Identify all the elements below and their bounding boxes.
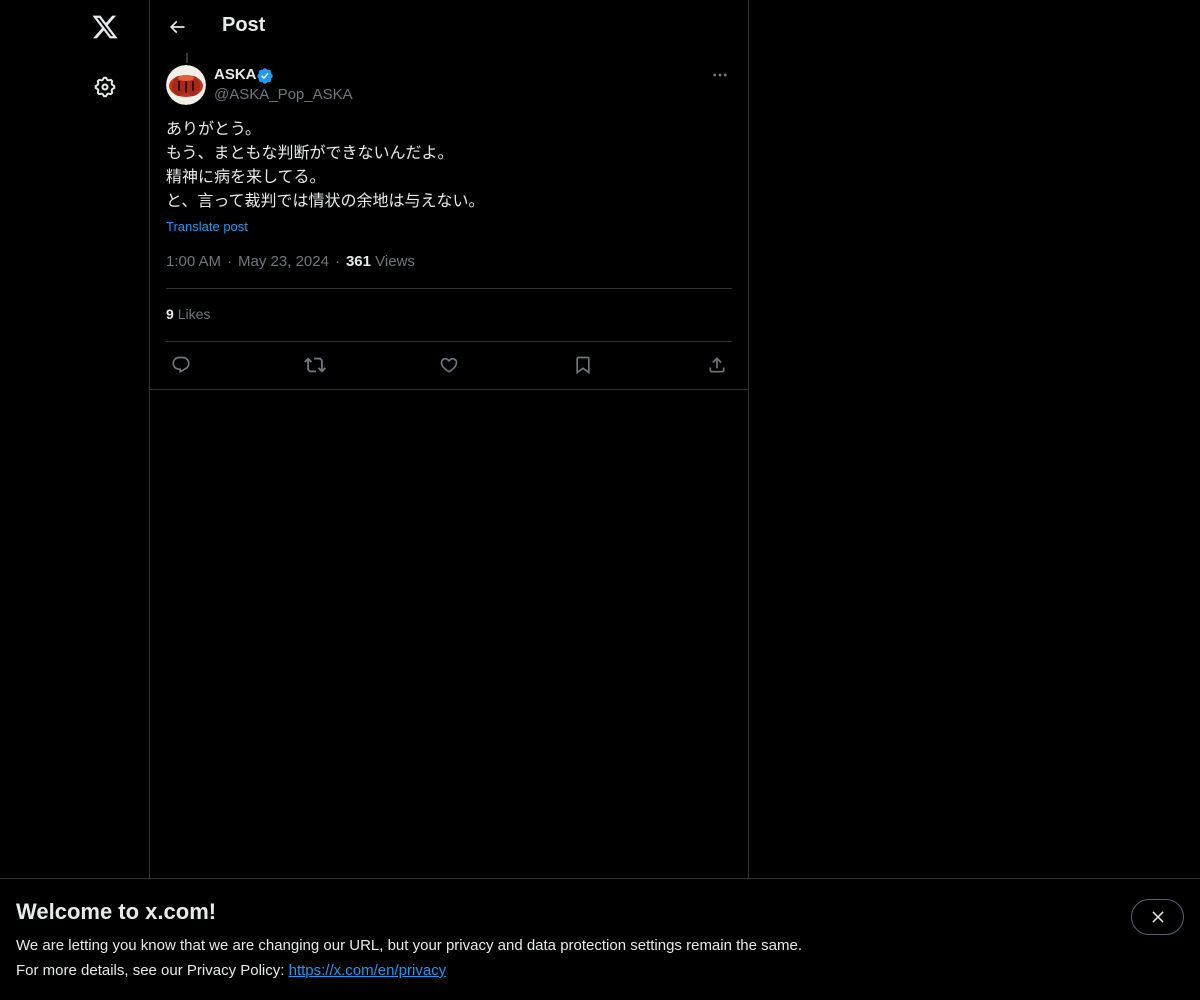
page-header: Post: [150, 0, 748, 53]
likes-count: 9: [166, 306, 174, 322]
reply-icon: [172, 356, 190, 374]
welcome-banner: Welcome to x.com! We are letting you kno…: [0, 878, 1200, 1000]
privacy-policy-link[interactable]: https://x.com/en/privacy: [289, 962, 447, 979]
arrow-left-icon: [169, 20, 185, 34]
tweet-meta: 1:00 AM · May 23, 2024 · 361 Views: [166, 253, 415, 270]
back-button[interactable]: [160, 10, 194, 44]
verified-badge-icon: [257, 68, 273, 84]
meta-separator: ·: [334, 253, 340, 270]
divider: [150, 389, 748, 390]
tweet-text-line: ありがとう。: [166, 121, 262, 138]
banner-privacy-line: For more details, see our Privacy Policy…: [16, 962, 446, 979]
tweet-actions: [166, 352, 732, 378]
views-count: 361: [345, 253, 371, 270]
divider: [166, 341, 732, 342]
banner-privacy-prefix: For more details, see our Privacy Policy…: [16, 962, 285, 979]
share-button[interactable]: [704, 352, 730, 378]
views-label: Views: [375, 253, 415, 270]
banner-title: Welcome to x.com!: [16, 899, 217, 924]
handle[interactable]: @ASKA_Pop_ASKA: [214, 86, 353, 103]
avatar[interactable]: [166, 65, 206, 105]
thread-connector-line: [186, 53, 188, 63]
heart-icon: [440, 357, 458, 373]
bookmark-icon: [576, 356, 590, 375]
divider: [166, 288, 732, 289]
display-name[interactable]: ASKA: [214, 66, 257, 83]
banner-message: We are letting you know that we are chan…: [16, 937, 802, 954]
translate-post-link[interactable]: Translate post: [166, 219, 248, 234]
tweet-text-line: もう、まともな判断ができないんだよ。: [166, 145, 454, 162]
tweet-time[interactable]: 1:00 AM: [166, 253, 221, 270]
page-title: Post: [222, 14, 266, 36]
tweet-text: ありがとう。 もう、まともな判断ができないんだよ。 精神に病を来してる。 と、言…: [166, 118, 732, 214]
bookmark-button[interactable]: [570, 352, 596, 378]
meta-separator: ·: [227, 253, 233, 270]
tweet-text-line: と、言って裁判では情状の余地は与えない。: [166, 193, 485, 210]
tweet-date[interactable]: May 23, 2024: [238, 253, 329, 270]
share-icon: [709, 357, 725, 373]
like-button[interactable]: [436, 352, 462, 378]
reply-button[interactable]: [168, 352, 194, 378]
more-options-button[interactable]: [708, 65, 732, 85]
tweet-text-line: 精神に病を来してる。: [166, 169, 326, 186]
gear-icon[interactable]: [81, 63, 129, 111]
repost-button[interactable]: [302, 352, 328, 378]
repost-icon: [304, 357, 326, 373]
left-nav: [0, 0, 150, 1000]
close-banner-button[interactable]: [1131, 899, 1184, 935]
likes-link[interactable]: 9 Likes: [166, 306, 210, 322]
main-column: Post ASKA @ASKA_Pop_ASKA ありがとう。 もう、まともな判…: [149, 0, 749, 1000]
close-icon: [1151, 911, 1164, 923]
more-horizontal-icon: [713, 73, 727, 77]
x-logo-icon[interactable]: [81, 3, 129, 51]
likes-label: Likes: [177, 306, 211, 322]
